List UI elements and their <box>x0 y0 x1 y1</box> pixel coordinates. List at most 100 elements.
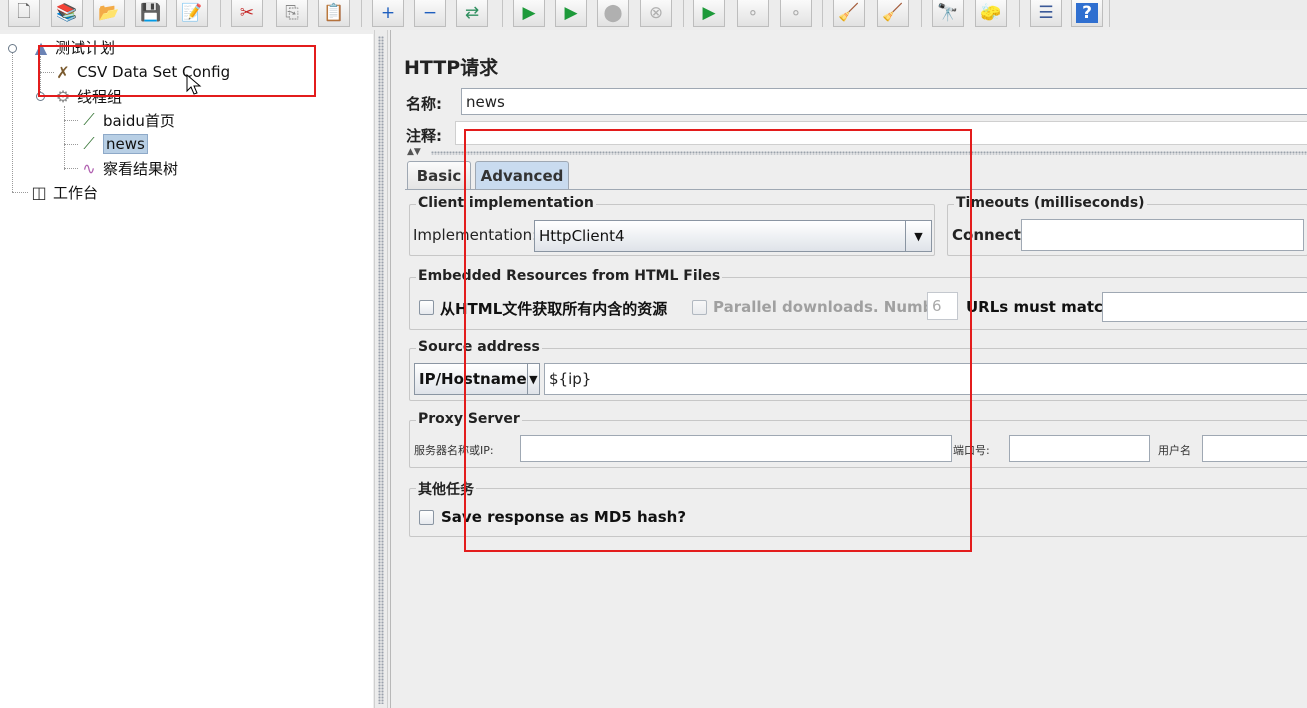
remote-stop-button[interactable]: ∘ <box>737 0 769 27</box>
toolbar-separator <box>1109 0 1110 27</box>
clear-icon: 🧹 <box>838 3 860 23</box>
collapse-icon: − <box>422 3 438 23</box>
tree-node-csv-data-set-config[interactable]: ✗ CSV Data Set Config <box>52 61 230 83</box>
templates-button[interactable]: 📚 <box>51 0 83 27</box>
shutdown-icon: ⊗ <box>648 3 664 23</box>
connect-label: Connect: <box>952 226 1027 244</box>
name-label: 名称: <box>406 95 442 113</box>
paste-button[interactable]: 📋 <box>318 0 350 27</box>
start-button[interactable]: ▶ <box>513 0 545 27</box>
remote-start-icon: ▶ <box>702 3 716 23</box>
flask-icon: ▲ <box>34 37 48 57</box>
group-title: Source address <box>416 339 542 355</box>
open-button[interactable]: 📂 <box>93 0 125 27</box>
toggle-button[interactable]: ⇄ <box>456 0 488 27</box>
remote-shutdown-button[interactable]: ∘ <box>780 0 812 27</box>
tab-basic[interactable]: Basic <box>407 161 471 189</box>
test-plan-tree: ▲ 测试计划 ✗ CSV Data Set Config ⚙ 线程组 ⟋ bai… <box>0 34 373 708</box>
implementation-label: Implementation: <box>413 226 538 244</box>
function-helper-button[interactable]: ☰ <box>1030 0 1062 27</box>
mouse-cursor-icon <box>186 74 202 95</box>
templates-icon: 📚 <box>56 3 78 23</box>
search-icon: 🔭 <box>937 3 959 23</box>
chevron-down-icon: ▼ <box>526 364 539 394</box>
source-address-type-select[interactable]: IP/Hostname ▼ <box>414 363 540 395</box>
help-button[interactable]: ? <box>1071 0 1103 27</box>
tab-advanced[interactable]: Advanced <box>475 161 569 189</box>
expand-icon: + <box>380 3 396 23</box>
cut-icon: ✂ <box>239 3 255 23</box>
retrieve-embedded-label: 从HTML文件获取所有内含的资源 <box>440 300 668 318</box>
reset-search-button[interactable]: 🧽 <box>975 0 1007 27</box>
group-title: Timeouts (milliseconds) <box>954 195 1147 211</box>
stop-button[interactable]: ⬤ <box>597 0 629 27</box>
retrieve-embedded-checkbox[interactable] <box>419 300 434 315</box>
tools-icon: ✗ <box>56 62 70 82</box>
group-title: Proxy Server <box>416 411 522 427</box>
toggle-icon: ⇄ <box>464 3 480 23</box>
tree-connector <box>64 120 78 121</box>
connect-timeout-input[interactable] <box>1021 219 1304 251</box>
tree-expand-toggle[interactable] <box>36 92 45 101</box>
toolbar-separator <box>1019 0 1020 27</box>
tree-node-view-results-tree[interactable]: ∿ 察看结果树 <box>78 157 178 179</box>
tree-node-thread-group[interactable]: ⚙ 线程组 <box>52 85 122 107</box>
tree-node-label: 工作台 <box>53 183 99 202</box>
toolbar-separator <box>361 0 362 27</box>
clear-all-button[interactable]: 🧹 <box>877 0 909 27</box>
source-address-input[interactable]: ${ip} <box>544 363 1307 395</box>
implementation-select[interactable]: HttpClient4 ▼ <box>534 220 932 252</box>
start-no-pause-button[interactable]: ▶ <box>555 0 587 27</box>
chevron-down-icon: ▼ <box>905 221 931 251</box>
http-request-panel: HTTP请求 名称: news 注释: ▲▼ Basic Advanced Cl… <box>390 30 1307 708</box>
clear-button[interactable]: 🧹 <box>833 0 865 27</box>
collapse-arrows-icon[interactable]: ▲▼ <box>407 147 421 157</box>
paste-icon: 📋 <box>323 3 345 23</box>
group-title: 其他任务 <box>416 479 476 499</box>
cut-button[interactable]: ✂ <box>231 0 263 27</box>
group-title: Embedded Resources from HTML Files <box>416 268 723 284</box>
copy-button[interactable]: ⎘ <box>276 0 308 27</box>
pane-splitter[interactable] <box>374 30 388 708</box>
proxy-username-label: 用户名 <box>1158 444 1191 457</box>
proxy-username-input[interactable] <box>1202 435 1307 462</box>
tree-expand-toggle[interactable] <box>8 44 17 53</box>
gear-icon: ⚙ <box>55 86 71 106</box>
new-icon: 🗋 <box>17 1 31 22</box>
save-button[interactable]: 💾 <box>135 0 167 27</box>
expand-button[interactable]: + <box>372 0 404 27</box>
help-icon: ? <box>1076 3 1098 23</box>
name-input[interactable]: news <box>461 88 1307 115</box>
urls-must-match-input[interactable] <box>1102 292 1307 322</box>
search-button[interactable]: 🔭 <box>932 0 964 27</box>
proxy-server-input[interactable] <box>520 435 952 462</box>
tree-connector <box>64 106 65 170</box>
tree-connector <box>64 168 78 169</box>
proxy-port-label: 端口号: <box>953 444 990 457</box>
tree-node-test-plan[interactable]: ▲ 测试计划 <box>30 36 115 58</box>
toolbar: 🗋 📚 📂 💾 📝 ✂ ⎘ 📋 + − ⇄ ▶ ▶ ⬤ ⊗ ▶ ∘ ∘ 🧹 🧹 🔭 🧽 ☰? <box>0 0 1307 30</box>
start-icon: ▶ <box>522 3 536 23</box>
save-md5-checkbox[interactable] <box>419 510 434 525</box>
comment-input[interactable] <box>455 121 1307 145</box>
save-as-button[interactable]: 📝 <box>176 0 208 27</box>
tree-connector <box>64 144 78 145</box>
pipette-icon: ⟋ <box>83 110 95 129</box>
group-title: Client implementation <box>416 195 596 211</box>
remote-start-button[interactable]: ▶ <box>693 0 725 27</box>
new-button[interactable]: 🗋 <box>8 0 40 27</box>
tree-node-sampler-baidu[interactable]: ⟋ baidu首页 <box>78 109 175 131</box>
tree-node-sampler-news[interactable]: ⟋ news <box>78 133 148 155</box>
toolbar-separator <box>921 0 922 27</box>
implementation-value: HttpClient4 <box>539 227 625 245</box>
tree-node-label: 察看结果树 <box>103 159 179 178</box>
collapse-button[interactable]: − <box>414 0 446 27</box>
reset-search-icon: 🧽 <box>980 3 1002 23</box>
tree-connector <box>40 56 41 96</box>
shutdown-button[interactable]: ⊗ <box>640 0 672 27</box>
parallel-downloads-checkbox[interactable] <box>692 300 707 315</box>
pipette-icon: ⟋ <box>83 134 95 153</box>
parallel-downloads-number[interactable]: 6 <box>927 292 958 320</box>
tree-node-workbench[interactable]: ◫ 工作台 <box>28 181 98 203</box>
proxy-port-input[interactable] <box>1009 435 1150 462</box>
